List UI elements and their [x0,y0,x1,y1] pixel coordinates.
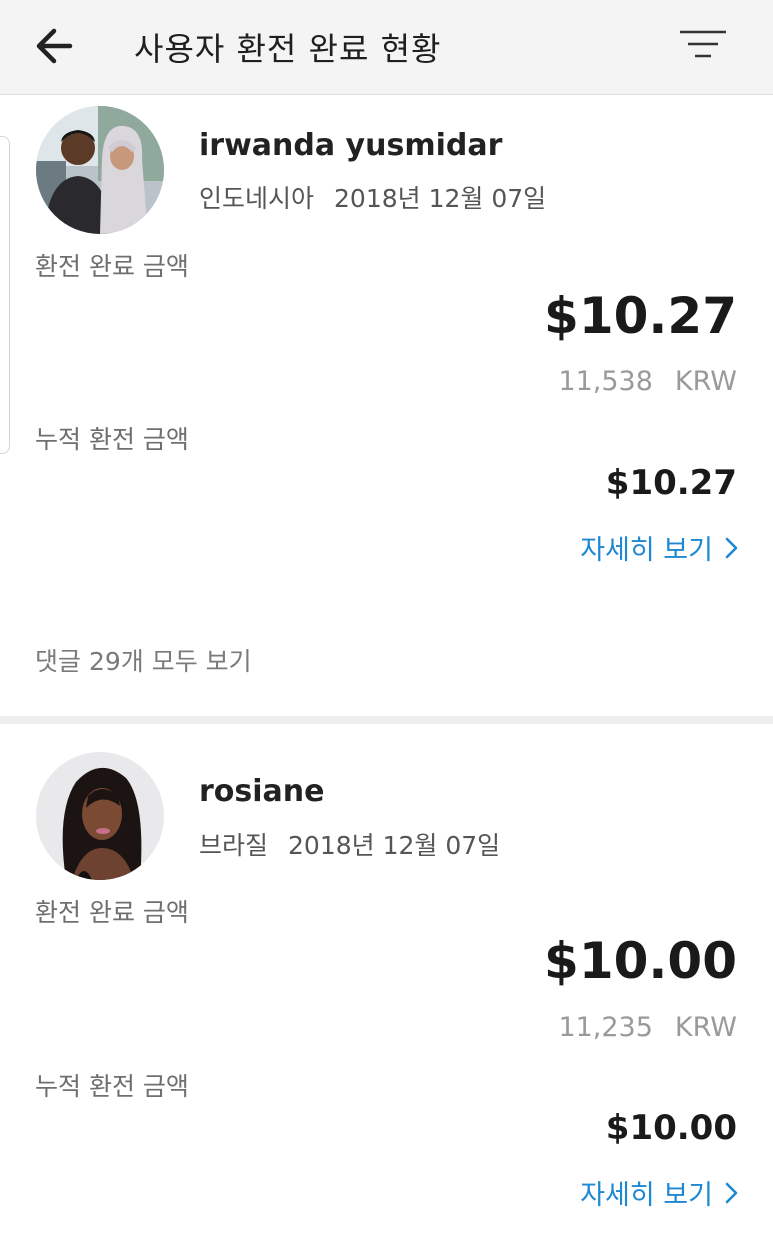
chevron-right-icon [725,537,738,558]
cumulative-exchange-label: 누적 환전 금액 [35,425,189,454]
cumulative-exchange-label: 누적 환전 금액 [35,1072,189,1101]
exchange-card: rosiane 브라질 2018년 12월 07일 환전 완료 금액 $10.00… [0,724,773,1254]
currency-code: KRW [674,366,737,397]
exchange-completed-label: 환전 완료 금액 [35,898,189,927]
view-details-link[interactable]: 자세히 보기 [580,1173,739,1212]
country-label: 인도네시아 [199,184,315,213]
avatar[interactable] [36,752,164,880]
krw-value: 11,235 [558,1012,653,1043]
card-divider [0,716,773,724]
app-bar: 사용자 환전 완료 현황 [0,0,773,95]
user-name[interactable]: rosiane [199,774,325,809]
view-all-comments-link[interactable]: 댓글 29개 모두 보기 [35,642,252,678]
view-details-label: 자세히 보기 [580,535,713,566]
filter-button[interactable] [674,22,732,68]
cumulative-amount-usd: $10.00 [605,1108,737,1148]
filter-lines-icon [680,30,726,58]
exchange-amount-usd: $10.27 [544,287,737,345]
currency-code: KRW [674,1012,737,1043]
side-edge-decoration [0,136,10,454]
user-name[interactable]: irwanda yusmidar [199,128,502,163]
chevron-right-icon [725,1182,738,1203]
exchange-amount-krw: 11,235 KRW [558,1012,737,1043]
exchange-amount-krw: 11,538 KRW [558,366,737,397]
exchange-completed-label: 환전 완료 금액 [35,252,189,281]
exchange-amount-usd: $10.00 [544,932,737,990]
view-details-label: 자세히 보기 [580,1180,713,1211]
date-label: 2018년 12월 07일 [334,184,547,213]
user-meta: 인도네시아 2018년 12월 07일 [199,179,546,215]
view-details-link[interactable]: 자세히 보기 [580,528,739,567]
avatar[interactable] [36,106,164,234]
arrow-left-icon [36,28,73,64]
page-title: 사용자 환전 완료 현황 [134,30,442,68]
krw-value: 11,538 [558,366,653,397]
exchange-card: irwanda yusmidar 인도네시아 2018년 12월 07일 환전 완… [0,96,773,716]
country-label: 브라질 [199,831,269,860]
user-meta: 브라질 2018년 12월 07일 [199,826,500,862]
cumulative-amount-usd: $10.27 [605,463,737,503]
back-button[interactable] [30,20,82,72]
date-label: 2018년 12월 07일 [288,831,501,860]
